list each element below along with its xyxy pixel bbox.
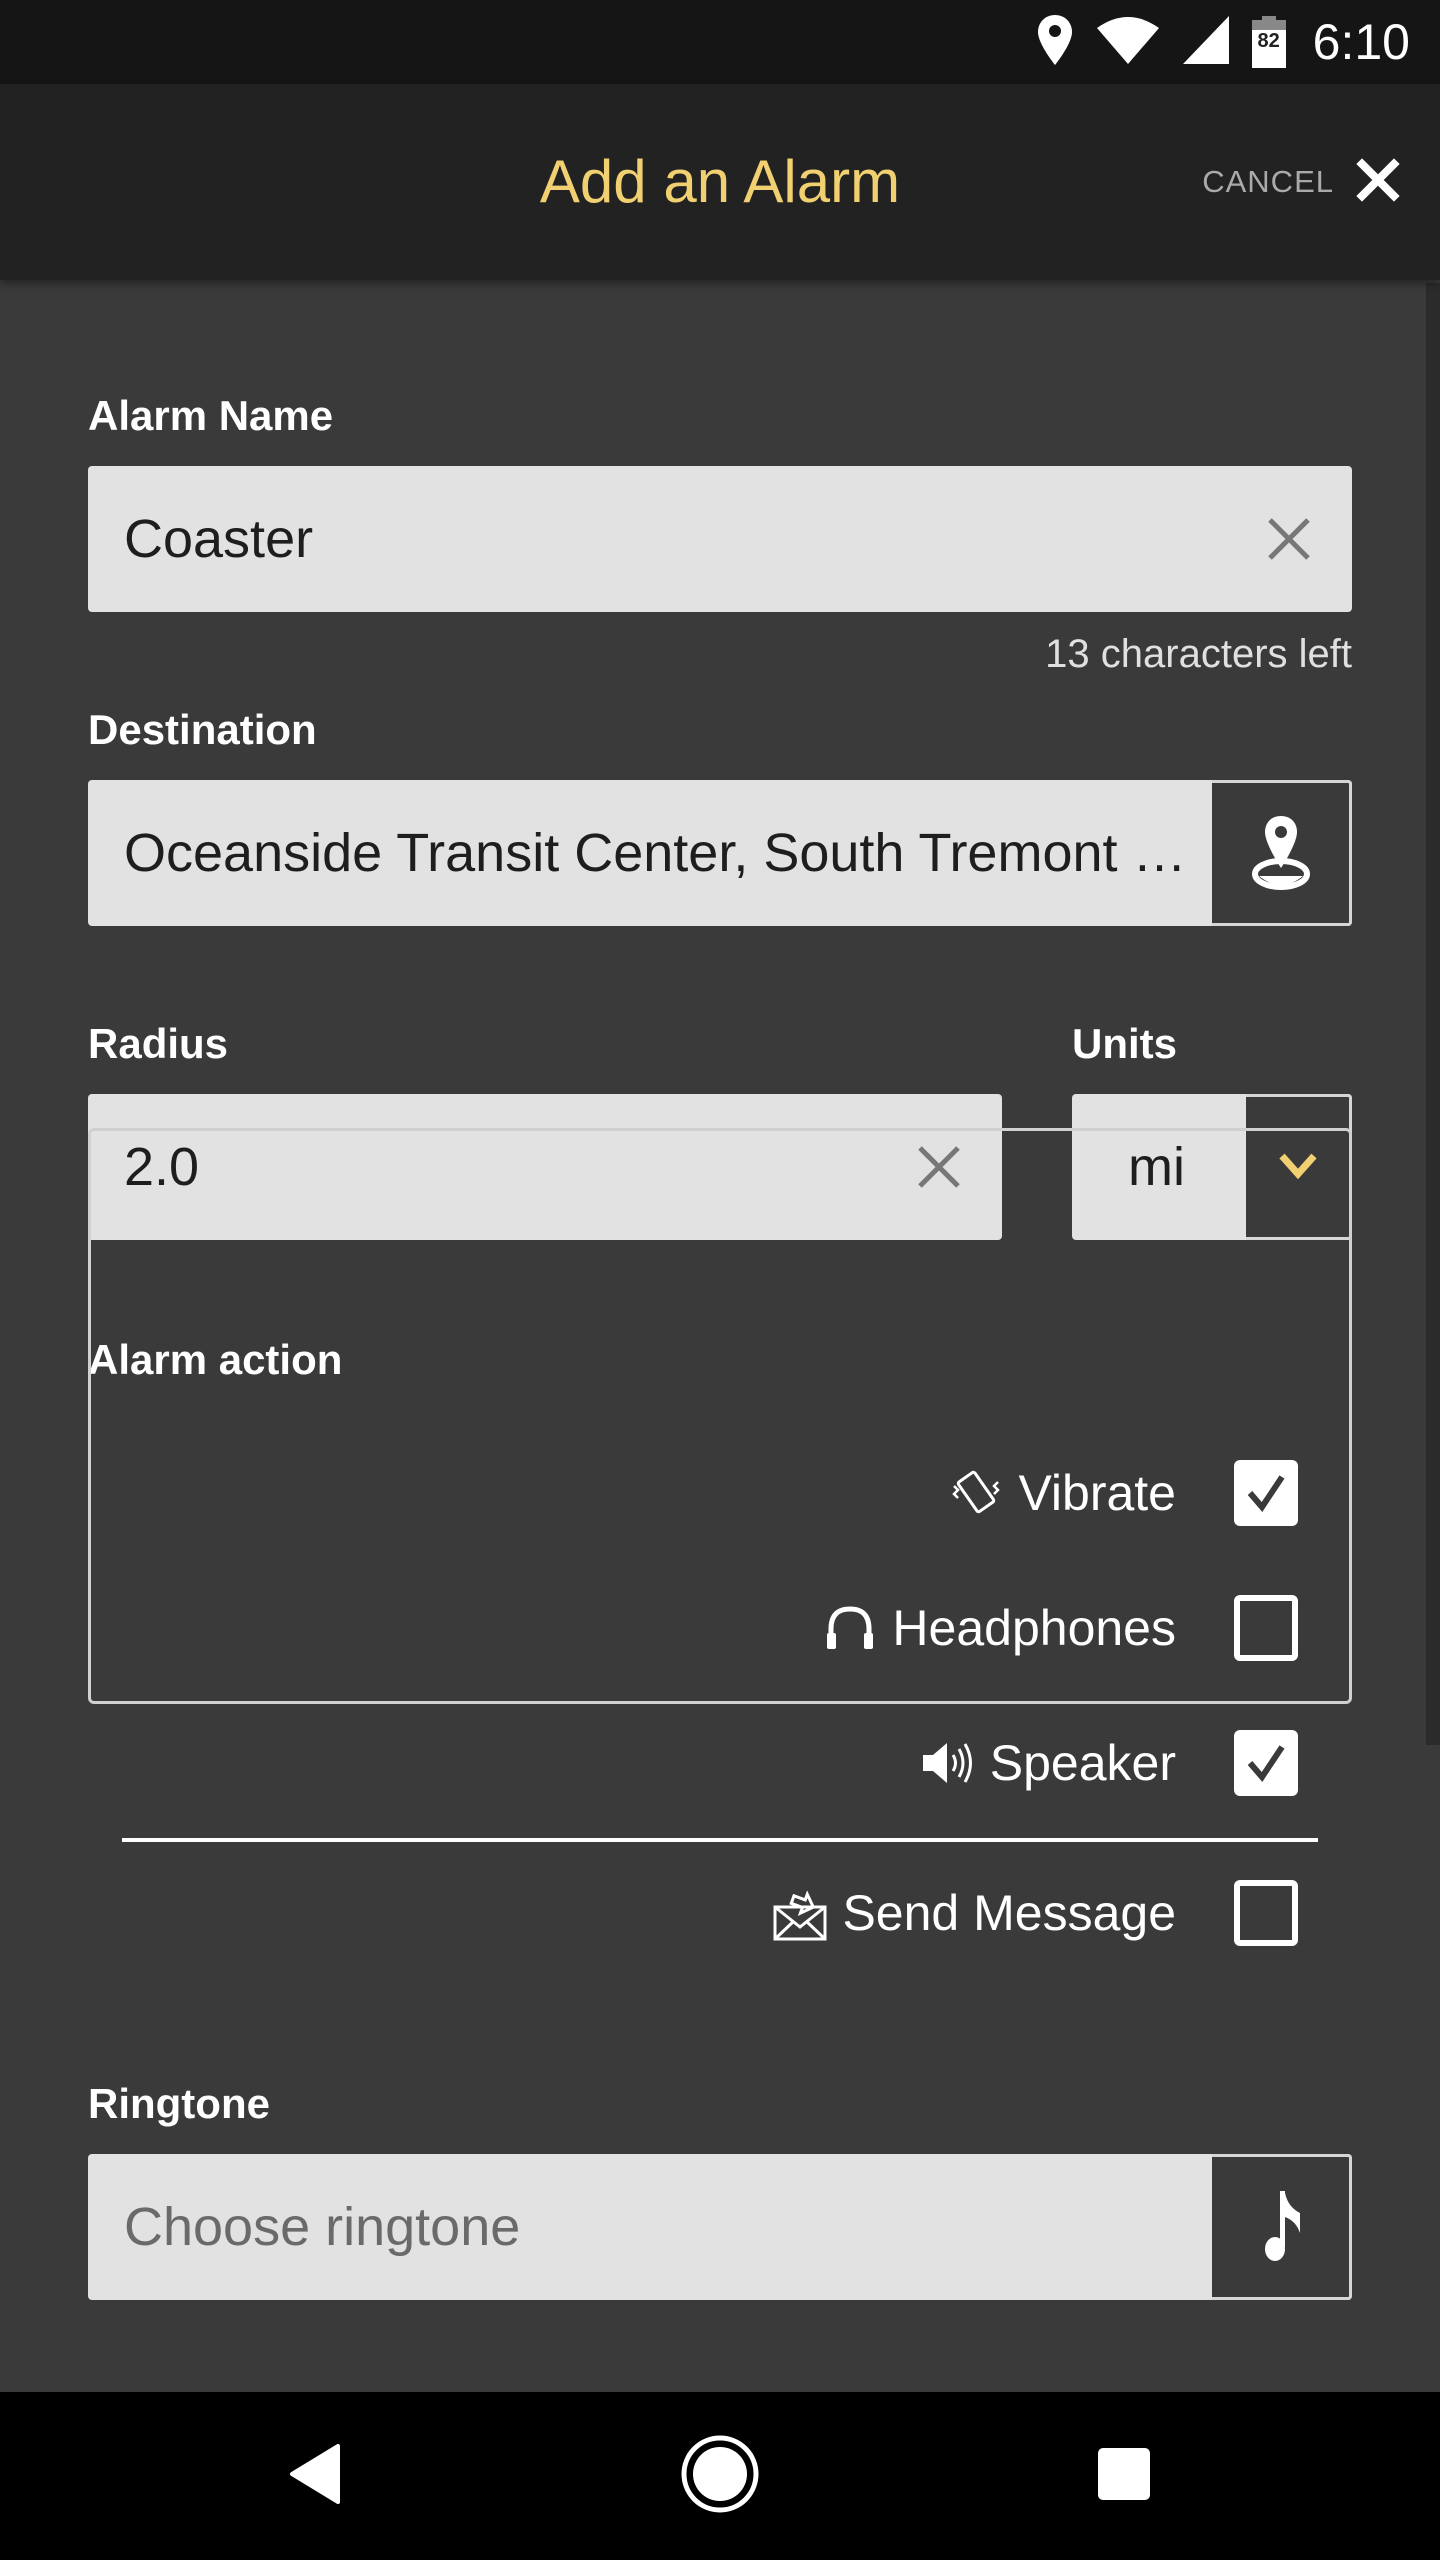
units-label: Units — [1072, 1020, 1177, 1067]
speaker-label: Speaker — [989, 1735, 1176, 1791]
back-button[interactable] — [236, 2392, 396, 2560]
status-bar: 82 6:10 — [0, 0, 1440, 84]
home-button[interactable] — [640, 2392, 800, 2560]
battery-icon: 82 — [1251, 16, 1287, 68]
radius-label: Radius — [88, 1020, 229, 1067]
destination-value: Oceanside Transit Center, South Tremont … — [124, 823, 1187, 883]
back-icon — [288, 2443, 344, 2509]
cell-signal-icon — [1181, 14, 1231, 71]
headphones-label: Headphones — [892, 1600, 1176, 1656]
destination-label: Destination — [88, 706, 317, 753]
recents-icon — [1096, 2446, 1152, 2507]
navigation-bar — [0, 2392, 1440, 2560]
alarm-name-value: Coaster — [124, 509, 314, 569]
send-message-icon — [770, 1885, 830, 1941]
destination-input[interactable]: Oceanside Transit Center, South Tremont … — [88, 780, 1352, 926]
ringtone-label: Ringtone — [88, 2080, 270, 2127]
alarm-name-label: Alarm Name — [88, 392, 334, 439]
app-bar: Add an Alarm CANCEL — [0, 84, 1440, 280]
home-icon — [680, 2434, 760, 2519]
action-row-send-message[interactable]: Send Message — [770, 1880, 1298, 1946]
wifi-icon — [1095, 14, 1161, 71]
location-icon — [1035, 13, 1075, 72]
speaker-icon — [918, 1735, 978, 1791]
status-icons: 82 6:10 — [1035, 0, 1410, 84]
characters-left: 13 characters left — [1045, 632, 1352, 676]
recents-button[interactable] — [1044, 2392, 1204, 2560]
choose-ringtone-button[interactable] — [1212, 2154, 1352, 2300]
ringtone-input[interactable]: Choose ringtone — [88, 2154, 1352, 2300]
speaker-checkbox[interactable] — [1234, 1730, 1298, 1796]
vibrate-label: Vibrate — [1018, 1465, 1176, 1521]
close-icon — [1356, 157, 1400, 207]
scrollbar[interactable] — [1426, 283, 1440, 1745]
map-pin-icon — [1249, 812, 1313, 895]
ringtone-placeholder: Choose ringtone — [124, 2197, 521, 2257]
headphones-checkbox[interactable] — [1234, 1595, 1298, 1661]
pick-location-button[interactable] — [1212, 780, 1352, 926]
action-divider — [122, 1838, 1318, 1842]
action-row-vibrate[interactable]: Vibrate — [946, 1460, 1298, 1526]
send-message-checkbox[interactable] — [1234, 1880, 1298, 1946]
cancel-button[interactable]: CANCEL — [1202, 84, 1400, 280]
vibrate-checkbox[interactable] — [1234, 1460, 1298, 1526]
music-note-icon — [1256, 2187, 1306, 2268]
battery-level: 82 — [1257, 30, 1280, 52]
status-time: 6:10 — [1312, 14, 1410, 70]
alarm-name-input[interactable]: Coaster — [88, 466, 1352, 612]
cancel-label: CANCEL — [1202, 164, 1334, 199]
send-message-label: Send Message — [842, 1885, 1176, 1941]
action-row-headphones[interactable]: Headphones — [820, 1595, 1298, 1661]
clear-alarm-name-icon[interactable] — [1266, 516, 1312, 562]
headphones-icon — [820, 1600, 880, 1656]
vibrate-icon — [946, 1465, 1006, 1521]
action-row-speaker[interactable]: Speaker — [918, 1730, 1298, 1796]
